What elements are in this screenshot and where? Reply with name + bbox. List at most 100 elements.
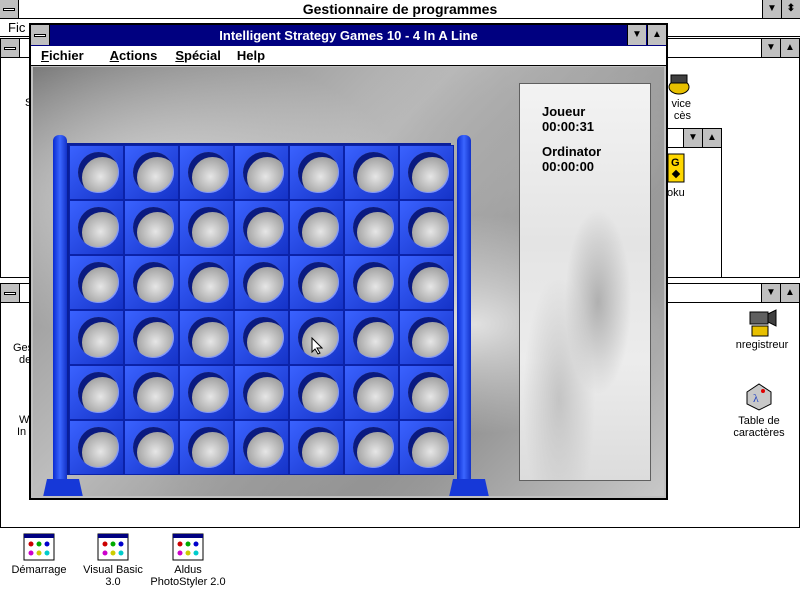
- board-hole: [133, 262, 174, 303]
- menu-actions-rest: ctions: [119, 48, 158, 63]
- menu-help[interactable]: Help: [231, 48, 275, 63]
- board-left-post: [53, 135, 67, 495]
- connect-four-board[interactable]: [43, 135, 489, 496]
- board-cell[interactable]: [289, 365, 344, 420]
- board-cell[interactable]: [289, 145, 344, 200]
- board-cell[interactable]: [179, 310, 234, 365]
- sound-recorder-item[interactable]: nregistreur: [723, 306, 800, 351]
- character-map-icon: λ: [746, 383, 772, 411]
- group-window-games[interactable]: ▼ ▲ G oku: [660, 128, 722, 278]
- group-bottom-maximize-button[interactable]: ▲: [780, 284, 799, 302]
- board-hole: [243, 262, 284, 303]
- group-maximize-button[interactable]: ▲: [780, 39, 799, 57]
- board-cell[interactable]: [69, 255, 124, 310]
- maximize-button[interactable]: ⬍: [781, 0, 800, 18]
- game-titlebar[interactable]: Intelligent Strategy Games 10 - 4 In A L…: [31, 25, 666, 46]
- minimize-button[interactable]: ▼: [762, 0, 781, 18]
- menu-fichier[interactable]: Fichier: [31, 48, 94, 63]
- board-hole: [78, 207, 119, 248]
- board-hole: [243, 207, 284, 248]
- board-hole: [353, 262, 394, 303]
- character-map-item[interactable]: λ Table de caractères: [717, 380, 800, 439]
- board-cell[interactable]: [234, 365, 289, 420]
- group-minimize-button[interactable]: ▼: [761, 39, 780, 57]
- board-cell[interactable]: [399, 420, 454, 475]
- board-cell[interactable]: [344, 145, 399, 200]
- board-cell[interactable]: [124, 145, 179, 200]
- board-cell[interactable]: [179, 145, 234, 200]
- board-cell[interactable]: [344, 420, 399, 475]
- board-cell[interactable]: [289, 420, 344, 475]
- system-menu-button[interactable]: [0, 0, 19, 18]
- group-system-menu-button[interactable]: [1, 39, 20, 57]
- board-cell[interactable]: [179, 365, 234, 420]
- arrow-up-icon: ▲: [785, 287, 795, 298]
- menu-actions[interactable]: Actions: [94, 48, 168, 63]
- board-cell[interactable]: [234, 145, 289, 200]
- board-cell[interactable]: [124, 365, 179, 420]
- player-label: Joueur: [542, 104, 586, 119]
- group-bottom-system-menu-button[interactable]: [1, 284, 20, 302]
- board-cell[interactable]: [234, 255, 289, 310]
- menu-special[interactable]: Spécial: [167, 48, 231, 63]
- arrow-up-icon: ▲: [652, 29, 662, 40]
- board-cell[interactable]: [234, 420, 289, 475]
- player-time: 00:00:31: [542, 119, 595, 134]
- board-cell[interactable]: [399, 145, 454, 200]
- board-hole: [133, 317, 174, 358]
- board-cell[interactable]: [399, 255, 454, 310]
- board-hole: [133, 427, 174, 468]
- board-cell[interactable]: [399, 200, 454, 255]
- board-cell[interactable]: [344, 310, 399, 365]
- group-titlebar-games[interactable]: ▼ ▲: [661, 129, 721, 148]
- player-score-block: Joueur 00:00:31: [542, 104, 594, 134]
- board-cell[interactable]: [179, 420, 234, 475]
- arrow-down-icon: ▼: [767, 3, 777, 14]
- board-cell[interactable]: [344, 365, 399, 420]
- menu-fichier-mnemonic: F: [41, 48, 49, 63]
- board-cell[interactable]: [69, 145, 124, 200]
- character-map-label-2: caractères: [733, 427, 785, 439]
- board-cell[interactable]: [124, 310, 179, 365]
- board-cell[interactable]: [179, 255, 234, 310]
- board-cell[interactable]: [399, 310, 454, 365]
- board-cell[interactable]: [234, 200, 289, 255]
- board-cell[interactable]: [344, 200, 399, 255]
- game-maximize-button[interactable]: ▲: [647, 25, 666, 45]
- board-cell[interactable]: [124, 420, 179, 475]
- board-hole: [188, 152, 229, 193]
- games-maximize-button[interactable]: ▲: [702, 129, 721, 147]
- game-window[interactable]: Intelligent Strategy Games 10 - 4 In A L…: [29, 23, 668, 500]
- board-hole: [78, 262, 119, 303]
- arrow-down-icon: ▼: [766, 42, 776, 53]
- board-hole: [408, 152, 449, 193]
- board-cell[interactable]: [69, 310, 124, 365]
- program-manager-titlebar[interactable]: Gestionnaire de programmes ▼ ⬍: [0, 0, 800, 19]
- group-icon-aldus[interactable]: Aldus PhotoStyler 2.0: [138, 533, 238, 588]
- board-cell[interactable]: [69, 365, 124, 420]
- system-menu-icon: [4, 46, 16, 50]
- board-cell[interactable]: [399, 365, 454, 420]
- game-title: Intelligent Strategy Games 10 - 4 In A L…: [219, 28, 478, 43]
- board-cell[interactable]: [69, 200, 124, 255]
- board-cell[interactable]: [289, 255, 344, 310]
- board-cell[interactable]: [234, 310, 289, 365]
- system-menu-icon: [34, 33, 46, 37]
- board-cell[interactable]: [69, 420, 124, 475]
- group-bottom-minimize-button[interactable]: ▼: [761, 284, 780, 302]
- arrow-down-icon: ▼: [688, 132, 698, 143]
- game-system-menu-button[interactable]: [31, 25, 50, 45]
- games-minimize-button[interactable]: ▼: [683, 129, 702, 147]
- board-cell[interactable]: [124, 200, 179, 255]
- board-hole: [133, 152, 174, 193]
- board-cell[interactable]: [179, 200, 234, 255]
- board-cell[interactable]: [289, 200, 344, 255]
- board-hole: [243, 152, 284, 193]
- arrow-down-icon: ▼: [766, 287, 776, 298]
- board-cell[interactable]: [344, 255, 399, 310]
- svg-text:G: G: [671, 157, 680, 169]
- board-cell[interactable]: [124, 255, 179, 310]
- board-hole: [408, 372, 449, 413]
- game-area[interactable]: Joueur 00:00:31 Ordinator 00:00:00: [33, 67, 664, 496]
- game-minimize-button[interactable]: ▼: [627, 25, 646, 45]
